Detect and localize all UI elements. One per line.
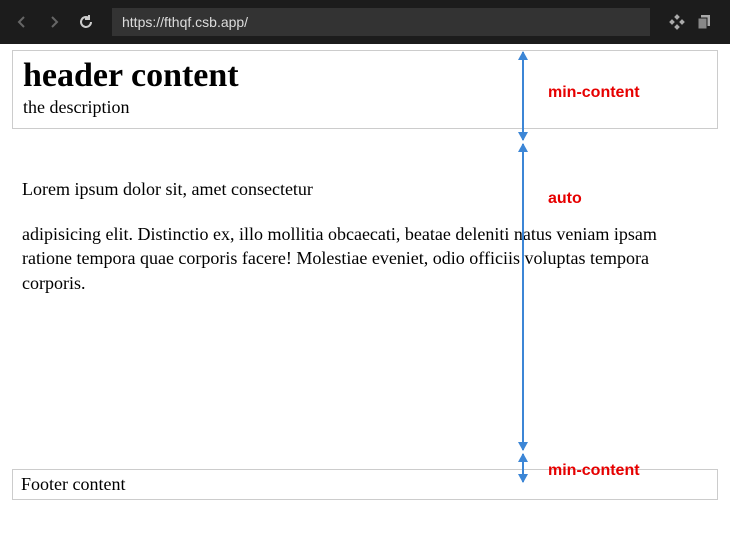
page-title: header content: [23, 57, 707, 95]
main-section: Lorem ipsum dolor sit, amet consectetur …: [12, 129, 718, 409]
browser-bar: https://fthqf.csb.app/: [0, 0, 730, 44]
page-description: the description: [23, 97, 707, 118]
main-paragraph-2: adipisicing elit. Distinctio ex, illo mo…: [22, 222, 708, 295]
page-area: header content the description Lorem ips…: [0, 50, 730, 500]
diamond-icon[interactable]: [668, 13, 686, 31]
url-bar[interactable]: https://fthqf.csb.app/: [112, 8, 650, 36]
copy-icon[interactable]: [696, 13, 714, 31]
footer-text: Footer content: [21, 474, 125, 494]
main-paragraph-1: Lorem ipsum dolor sit, amet consectetur: [22, 179, 708, 200]
url-text: https://fthqf.csb.app/: [122, 14, 248, 30]
header-section: header content the description: [12, 50, 718, 129]
reload-button[interactable]: [74, 10, 98, 34]
footer-section: Footer content: [12, 469, 718, 500]
forward-button[interactable]: [42, 10, 66, 34]
back-button[interactable]: [10, 10, 34, 34]
browser-right-icons: [668, 13, 720, 31]
